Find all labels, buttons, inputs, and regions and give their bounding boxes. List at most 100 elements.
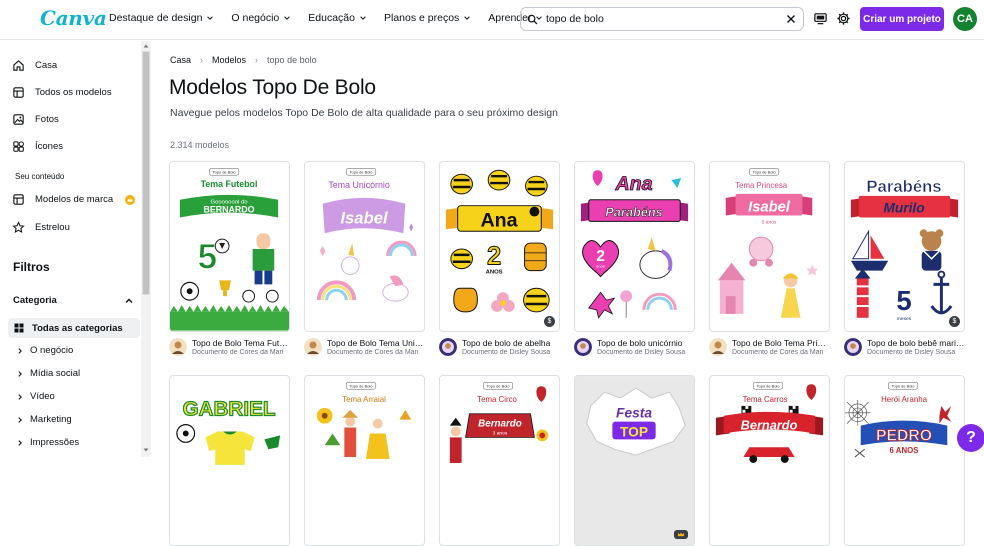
- scrollbar-thumb[interactable]: [142, 51, 150, 295]
- templates-icon: [13, 87, 24, 98]
- template-meta: Topo de bolo de abelha Documento de Disl…: [439, 337, 560, 363]
- sidebar-item-icons[interactable]: Ícones: [12, 140, 63, 153]
- nav-business[interactable]: O negócio: [231, 12, 291, 24]
- create-project-button[interactable]: Criar um projeto: [860, 7, 944, 31]
- category-social-media[interactable]: Mídia social: [16, 368, 80, 379]
- your-content-heading: Seu conteúdo: [15, 172, 65, 181]
- thumb-head: Topo de Bolo: [753, 170, 777, 175]
- filters-heading: Filtros: [13, 260, 50, 274]
- page-subtitle: Navegue pelos modelos Topo De Bolo de al…: [170, 107, 558, 119]
- template-meta: Topo de Bolo Tema Futebol Documento de C…: [169, 337, 290, 363]
- template-title[interactable]: Topo de Bolo Tema Futebol: [192, 338, 290, 348]
- thumb-theme: Tema Circo: [477, 395, 517, 404]
- thumb-name: Ana: [480, 209, 518, 231]
- category-prints[interactable]: Impressões: [16, 437, 79, 448]
- spider-hero-cake-topper-image: Topo de Bolo Herói Aranha PEDRO 6 ANOS: [845, 376, 964, 545]
- author-avatar: [439, 338, 457, 356]
- thumb-name: Festa: [616, 406, 652, 421]
- thumb-sub: 5 anos: [762, 219, 777, 225]
- page-title: Modelos Topo De Bolo: [169, 76, 376, 99]
- arraial-cake-topper-image: Topo de Bolo Tema Arraial: [305, 376, 424, 545]
- gear-icon[interactable]: [836, 11, 851, 26]
- template-thumbnail[interactable]: Topo de Bolo Tema Futebol Goooooool do B…: [169, 161, 290, 332]
- template-thumbnail[interactable]: Topo de Bolo Tema Princesa Isabel 5 anos: [709, 161, 830, 332]
- nav-plans-pricing[interactable]: Planos e preços: [384, 12, 471, 24]
- template-thumbnail[interactable]: Ana 2 ANOS $: [439, 161, 560, 332]
- sidebar-item-home[interactable]: Casa: [12, 59, 57, 72]
- sidebar-scrollbar[interactable]: [141, 41, 151, 457]
- template-thumbnail[interactable]: Topo de Bolo Tema Carros Bernardo: [709, 375, 830, 546]
- cars-cake-topper-image: Topo de Bolo Tema Carros Bernardo: [710, 376, 829, 545]
- close-icon[interactable]: [785, 13, 797, 25]
- template-thumbnail[interactable]: Ana Parabéns 2 anos: [574, 161, 695, 332]
- thumb-theme: Tema Futebol: [201, 179, 258, 189]
- breadcrumb-templates[interactable]: Modelos: [212, 55, 246, 65]
- thumb-theme: Tema Unicórnio: [328, 180, 390, 190]
- user-avatar[interactable]: CA: [953, 7, 977, 31]
- unicorn-cake-topper-image: Topo de Bolo Tema Unicórnio Isabel 5 ano…: [305, 162, 424, 331]
- template-thumbnail[interactable]: Parabéns Murilo 5 meses $: [844, 161, 965, 332]
- nav-label: O negócio: [231, 12, 280, 24]
- thumb-head: Topo de Bolo: [350, 384, 374, 389]
- sidebar-item-label: Todos os modelos: [35, 87, 112, 98]
- template-thumbnail[interactable]: GABRIEL: [169, 375, 290, 546]
- sidebar-item-all-templates[interactable]: Todos os modelos: [12, 86, 112, 99]
- canva-logo[interactable]: Canva: [40, 6, 107, 30]
- search-input[interactable]: [546, 13, 776, 25]
- thumb-head: Topo de Bolo: [892, 384, 916, 389]
- template-thumbnail[interactable]: Topo de Bolo Herói Aranha PEDRO 6 ANOS: [844, 375, 965, 546]
- category-business[interactable]: O negócio: [16, 345, 73, 356]
- chevron-right-icon: [18, 393, 22, 400]
- thumb-sub: 3 anos: [493, 430, 508, 436]
- nav-label: Planos e preços: [383, 12, 460, 24]
- template-author: Documento de Disley Sousa: [867, 349, 956, 356]
- sidebar-item-starred[interactable]: Estrelou: [12, 221, 70, 234]
- chevron-down-icon: [360, 16, 366, 20]
- thumb-age: 2: [596, 248, 605, 265]
- thumb-name: Bernardo: [741, 418, 798, 433]
- category-marketing[interactable]: Marketing: [16, 414, 72, 425]
- brand-templates-icon: [13, 194, 24, 205]
- thumb-head: Topo de Bolo: [487, 384, 511, 389]
- thumb-sub: ANOS: [486, 270, 503, 276]
- thumb-sub: TOP: [620, 424, 648, 439]
- template-thumbnail[interactable]: Topo de Bolo Tema Circo Bernardo 3 anos: [439, 375, 560, 546]
- template-thumbnail[interactable]: Topo de Bolo Tema Unicórnio Isabel 5 ano…: [304, 161, 425, 332]
- sidebar-item-brand-templates[interactable]: Modelos de marca: [12, 193, 113, 206]
- scroll-down-arrow-icon[interactable]: [143, 447, 149, 453]
- category-all[interactable]: Todas as categorias: [8, 318, 140, 338]
- thumb-head: Topo de Bolo: [213, 170, 237, 175]
- template-title[interactable]: Topo de Bolo Tema Princesa: [732, 338, 830, 348]
- scroll-up-arrow-icon[interactable]: [143, 43, 149, 49]
- template-title[interactable]: Topo de Bolo Tema Unicórnio: [327, 338, 425, 348]
- template-meta: Topo de bolo bebê marinheiro Documento d…: [844, 337, 965, 363]
- nav-education[interactable]: Educação: [308, 12, 367, 24]
- help-button[interactable]: ?: [957, 424, 984, 452]
- template-title[interactable]: Topo de bolo unicórnio: [597, 338, 695, 348]
- chevron-down-icon: [464, 16, 471, 20]
- category-video[interactable]: Vídeo: [16, 391, 55, 402]
- paid-badge-icon: $: [544, 316, 555, 327]
- search-icon: [527, 14, 538, 24]
- shapes-icon: [13, 141, 24, 152]
- thumb-theme: Tema Princesa: [735, 181, 788, 190]
- thumb-head: Topo de Bolo: [350, 170, 374, 175]
- nav-design-spotlight[interactable]: Destaque de design: [109, 12, 214, 24]
- breadcrumb-home[interactable]: Casa: [170, 55, 191, 65]
- template-thumbnail[interactable]: Topo de Bolo Tema Arraial: [304, 375, 425, 546]
- template-meta: Topo de bolo unicórnio Documento de Disl…: [574, 337, 695, 363]
- sidebar-item-label: Casa: [35, 60, 58, 71]
- template-thumbnail[interactable]: Festa TOP: [574, 375, 695, 546]
- home-icon: [13, 60, 24, 71]
- template-title[interactable]: Topo de bolo bebê marinheiro: [867, 338, 965, 348]
- thumb-name: GABRIEL: [183, 398, 276, 421]
- thumb-name: BERNARDO: [203, 205, 254, 215]
- bee-cake-topper-image: Ana 2 ANOS: [440, 162, 559, 331]
- template-title[interactable]: Topo de bolo de abelha: [462, 338, 560, 348]
- category-heading: Categoria: [13, 295, 57, 306]
- crown-badge-icon: [674, 530, 688, 539]
- sidebar-item-photos[interactable]: Fotos: [12, 113, 59, 126]
- unicorn-ana-cake-topper-image: Ana Parabéns 2 anos: [575, 162, 694, 331]
- category-filter-toggle[interactable]: Categoria: [13, 295, 133, 306]
- monitor-icon[interactable]: [813, 11, 828, 26]
